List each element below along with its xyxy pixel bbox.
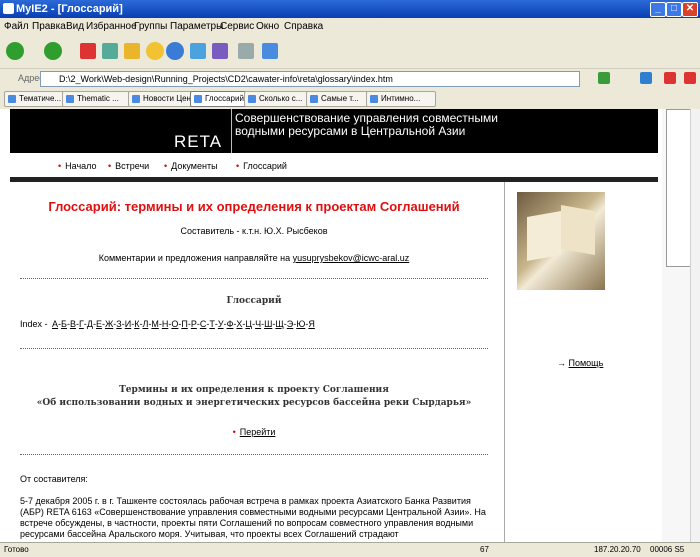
page-title: Глоссарий: термины и их определения к пр… <box>48 199 460 214</box>
letter-link[interactable]: Я <box>308 319 315 329</box>
terms-heading-line2: «Об использовании водных и энергетически… <box>36 398 472 408</box>
status-ip: 187.20.20.70 <box>594 545 641 554</box>
status-zoom: 67 <box>480 545 489 554</box>
site-header: RETA Совершенствование управления совмес… <box>10 109 658 153</box>
menu-file[interactable]: Файл <box>4 21 29 32</box>
groups-icon[interactable] <box>212 43 228 59</box>
page-icon <box>248 95 256 103</box>
nav-home[interactable]: • Начало <box>58 161 97 171</box>
goto-row: • Перейти <box>10 427 498 437</box>
bullet-icon: • <box>108 161 112 171</box>
back-icon[interactable] <box>6 42 24 60</box>
nav-documents[interactable]: • Документы <box>164 161 218 171</box>
status-text: Готово <box>4 545 29 554</box>
index-label: Index - <box>20 319 48 329</box>
minimize-button[interactable]: _ <box>650 2 666 17</box>
bullet-icon: • <box>236 161 240 171</box>
menu-help[interactable]: Справка <box>284 21 323 32</box>
menu-groups[interactable]: Группы <box>134 21 167 32</box>
glossary-heading: Глоссарий <box>226 296 282 306</box>
from-author-label: От составителя: <box>20 474 88 484</box>
goto-link[interactable]: Перейти <box>240 427 276 437</box>
site-subtitle: Совершенствование управления совместными… <box>235 111 498 138</box>
site-logo: RETA <box>174 132 223 151</box>
bullet-icon: • <box>164 161 168 171</box>
terms-heading-line1: Термины и их определения к проекту Согла… <box>119 385 389 395</box>
email-link[interactable]: yusuprysbekov@icwc-aral.uz <box>293 253 410 263</box>
stop-icon[interactable] <box>80 43 96 59</box>
tab-item[interactable]: Интимно... <box>366 91 436 107</box>
right-sidebar: → Помощь <box>504 182 659 542</box>
intro-paragraph: 5-7 декабря 2005 г. в г. Ташкенте состоя… <box>20 496 486 539</box>
menu-options[interactable]: Параметры <box>170 21 223 32</box>
app-icon <box>3 3 14 14</box>
side-panel-box <box>666 109 692 267</box>
go-icon[interactable] <box>598 72 610 84</box>
side-panel <box>662 109 692 542</box>
page-icon <box>194 95 202 103</box>
menu-view[interactable]: Вид <box>66 21 84 32</box>
page-icon <box>310 95 318 103</box>
menu-favorites[interactable]: Избранное <box>86 21 137 32</box>
block-popup-icon[interactable] <box>664 72 676 84</box>
mail-icon[interactable] <box>262 43 278 59</box>
bullet-icon: • <box>232 427 236 437</box>
page-icon <box>8 95 16 103</box>
header-divider <box>231 109 232 153</box>
close-button[interactable]: ✕ <box>682 2 698 17</box>
author-line: Составитель - к.т.н. Ю.Х. Рысбеков <box>180 226 328 236</box>
refresh-icon[interactable] <box>102 43 118 59</box>
web-page: RETA Совершенствование управления совмес… <box>10 109 658 542</box>
status-bar: Готово 67 187.20.20.70 00006 S5 <box>0 542 700 557</box>
address-input[interactable]: D:\2_Work\Web-design\Running_Projects\CD… <box>40 71 580 87</box>
search-engine-icon[interactable] <box>640 72 652 84</box>
vertical-scrollbar[interactable] <box>690 109 700 542</box>
arrow-icon: → <box>557 358 569 368</box>
help-row: → Помощь <box>557 358 603 368</box>
menu-bar: Файл Правка Вид Избранное Группы Парамет… <box>0 18 700 37</box>
page-icon <box>132 95 140 103</box>
divider <box>20 278 488 279</box>
home-icon[interactable] <box>124 43 140 59</box>
status-time: 00006 S5 <box>650 545 685 554</box>
bullet-icon: • <box>58 161 62 171</box>
menu-window[interactable]: Окно <box>256 21 279 32</box>
maximize-button[interactable]: □ <box>666 2 682 17</box>
address-bar: Адрес D:\2_Work\Web-design\Running_Proje… <box>0 68 700 89</box>
letter-link[interactable]: Щ <box>275 319 283 329</box>
divider <box>20 454 488 455</box>
search-icon[interactable] <box>190 43 206 59</box>
site-nav: • Начало • Встречи • Документы • Глоссарий <box>10 153 658 177</box>
toolbar <box>0 36 700 68</box>
letter-link[interactable]: Ю <box>296 319 305 329</box>
page-viewport: RETA Совершенствование управления совмес… <box>0 109 700 542</box>
page-icon <box>66 95 74 103</box>
alphabet-index: Index - А-Б-В-Г-Д-Е-Ж-З-И-К-Л-М-Н-О-П-Р-… <box>20 319 315 329</box>
open-book-image <box>517 192 605 290</box>
favorites-icon[interactable] <box>146 42 164 60</box>
history-icon[interactable] <box>166 42 184 60</box>
help-link[interactable]: Помощь <box>569 358 604 368</box>
main-content: Глоссарий: термины и их определения к пр… <box>10 182 498 542</box>
window-title: MyIE2 - [Глоссарий] <box>16 3 123 15</box>
block-image-icon[interactable] <box>684 72 696 84</box>
page-icon <box>370 95 378 103</box>
nav-meetings[interactable]: • Встречи <box>108 161 149 171</box>
forward-icon[interactable] <box>44 42 62 60</box>
menu-tools[interactable]: Сервис <box>220 21 254 32</box>
nav-glossary[interactable]: • Глоссарий <box>236 161 287 171</box>
menu-edit[interactable]: Правка <box>32 21 66 32</box>
comments-line: Комментарии и предложения направляйте на… <box>98 253 410 263</box>
divider <box>20 348 488 349</box>
print-icon[interactable] <box>238 43 254 59</box>
window-title-bar: MyIE2 - [Глоссарий] _ □ ✕ <box>0 0 700 18</box>
tabs-bar: Тематиче... Thematic ... Новости Цен... … <box>0 88 700 110</box>
letter-link[interactable]: М <box>151 319 159 329</box>
